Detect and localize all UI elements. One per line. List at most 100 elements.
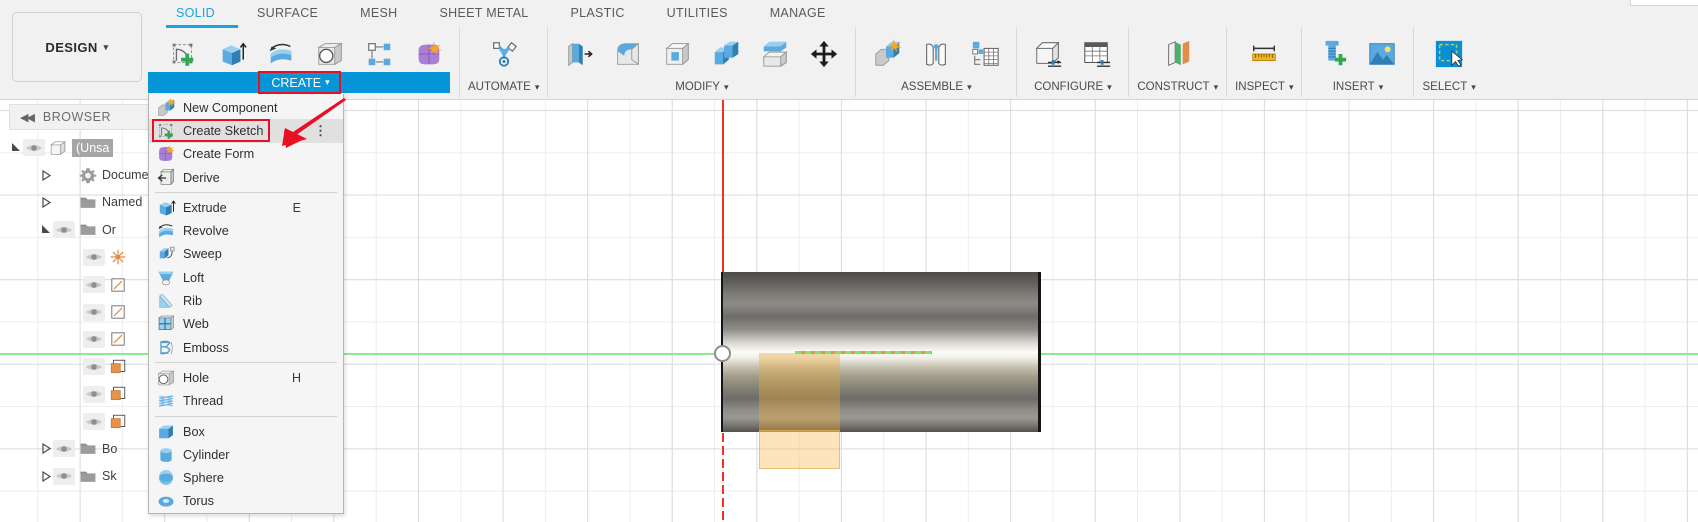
create-sketch-icon[interactable]: [160, 31, 206, 77]
visibility-eye-icon[interactable]: [83, 413, 105, 431]
menu-item-sphere[interactable]: Sphere: [149, 466, 343, 489]
measure-icon[interactable]: [1241, 31, 1287, 77]
move-copy-icon[interactable]: [801, 31, 847, 77]
visibility-eye-icon[interactable]: [83, 330, 105, 348]
offset-face-icon[interactable]: [752, 31, 798, 77]
visibility-eye-icon[interactable]: [53, 221, 75, 239]
derive-icon: [156, 168, 176, 187]
chevron-down-icon: ▾: [1378, 81, 1384, 92]
joint-icon[interactable]: [913, 31, 959, 77]
chevron-down-icon: ▾: [325, 77, 330, 87]
visibility-eye-icon[interactable]: [83, 248, 105, 266]
revolve-icon[interactable]: [258, 31, 304, 77]
menu-item-cylinder[interactable]: Cylinder: [149, 443, 343, 466]
menu-item-create-form[interactable]: Create Form: [149, 143, 343, 166]
axis-icon: [108, 413, 128, 431]
ribbon-tab-surface[interactable]: SURFACE: [236, 0, 339, 27]
automate-icon[interactable]: [481, 31, 527, 77]
ribbon-panel-select: SELECT ▾: [1414, 27, 1483, 97]
panel-label-inspect[interactable]: INSPECT ▾: [1235, 77, 1293, 97]
panel-label-configure[interactable]: CONFIGURE ▾: [1034, 77, 1112, 97]
insert-canvas-icon[interactable]: [1359, 31, 1405, 77]
menu-item-emboss[interactable]: Emboss: [149, 336, 343, 359]
menu-item-hole[interactable]: Hole H: [149, 366, 343, 389]
ribbon-tab-plastic[interactable]: PLASTIC: [549, 0, 645, 27]
menu-item-create-sketch[interactable]: Create Sketch ⋮: [149, 119, 343, 143]
visibility-eye-icon[interactable]: [83, 385, 105, 403]
visibility-eye-icon[interactable]: [83, 303, 105, 321]
collapse-icon[interactable]: ◀◀: [20, 111, 35, 124]
press-pull-icon[interactable]: [556, 31, 602, 77]
origin-marker[interactable]: [714, 345, 731, 362]
menu-item-box[interactable]: Box: [149, 420, 343, 443]
panel-label-modify[interactable]: MODIFY ▾: [675, 77, 728, 97]
visibility-eye-icon[interactable]: [83, 276, 105, 294]
workspace-switcher-button[interactable]: DESIGN ▾: [12, 12, 142, 82]
ribbon-tab-manage[interactable]: MANAGE: [749, 0, 847, 27]
configure-body-icon[interactable]: [1025, 31, 1071, 77]
sketch-face-highlight[interactable]: [759, 353, 840, 432]
menu-item-overflow-icon[interactable]: ⋮: [314, 124, 327, 137]
expand-triangle-right-icon[interactable]: [40, 470, 53, 483]
ribbon-tab-solid[interactable]: SOLID: [155, 0, 236, 27]
ribbon-panel-configure: CONFIGURE ▾: [1017, 27, 1130, 97]
ribbon-panel-automate: AUTOMATE ▾: [460, 27, 549, 97]
ribbon-tab-mesh[interactable]: MESH: [339, 0, 418, 27]
expand-triangle-right-icon[interactable]: [40, 196, 53, 209]
visibility-eye-icon[interactable]: [23, 139, 45, 157]
panel-label-select[interactable]: SELECT ▾: [1422, 77, 1475, 97]
fillet-icon[interactable]: [605, 31, 651, 77]
form-icon[interactable]: [405, 31, 451, 77]
menu-item-loft[interactable]: Loft: [149, 266, 343, 289]
create-sketch-icon: [156, 121, 176, 140]
menu-item-torus[interactable]: Torus: [149, 490, 343, 513]
sketch-plane-highlight[interactable]: [759, 430, 840, 469]
assemble-table-icon[interactable]: [962, 31, 1008, 77]
sphere-icon: [156, 469, 176, 488]
ribbon-tab-utilities[interactable]: UTILITIES: [646, 0, 749, 27]
panel-label-insert[interactable]: INSERT ▾: [1333, 77, 1384, 97]
menu-item-derive[interactable]: Derive: [149, 166, 343, 189]
visibility-eye-icon[interactable]: [83, 358, 105, 376]
select-window-icon[interactable]: [1426, 31, 1472, 77]
construct-plane-icon[interactable]: [1155, 31, 1201, 77]
shell-icon[interactable]: [654, 31, 700, 77]
browser-item-label: Or: [102, 222, 116, 237]
menu-item-revolve[interactable]: Revolve: [149, 219, 343, 242]
pattern-icon[interactable]: [356, 31, 402, 77]
ribbon-tab-sheet-metal[interactable]: SHEET METAL: [418, 0, 549, 27]
ribbon-panel-modify: MODIFY ▾: [548, 27, 857, 97]
combine-icon[interactable]: [703, 31, 749, 77]
axis-icon: [108, 358, 128, 376]
browser-item-label: Sk: [102, 469, 117, 484]
web-icon: [156, 315, 176, 334]
panel-icon-row: [1426, 27, 1472, 77]
panel-label-assemble[interactable]: ASSEMBLE ▾: [901, 77, 972, 97]
insert-mcmaster-icon[interactable]: [1310, 31, 1356, 77]
menu-item-sweep[interactable]: Sweep: [149, 243, 343, 266]
visibility-eye-icon[interactable]: [53, 440, 75, 458]
expand-triangle-right-icon[interactable]: [40, 169, 53, 182]
new-component-icon[interactable]: [864, 31, 910, 77]
menu-item-thread[interactable]: Thread: [149, 390, 343, 413]
extrude-icon[interactable]: [209, 31, 255, 77]
menu-item-shortcut: H: [291, 370, 301, 385]
expand-triangle-down-icon[interactable]: [40, 223, 53, 236]
panel-label-construct[interactable]: CONSTRUCT ▾: [1137, 77, 1218, 97]
panel-icon-row: [160, 27, 451, 77]
menu-item-rib[interactable]: Rib: [149, 289, 343, 312]
menu-item-new-component[interactable]: New Component: [149, 96, 343, 119]
expand-triangle-right-icon[interactable]: [40, 442, 53, 455]
hole-icon[interactable]: [307, 31, 353, 77]
create-panel-label[interactable]: CREATE ▾: [262, 73, 339, 92]
panel-label-text: INSPECT: [1235, 81, 1285, 93]
expand-triangle-down-icon[interactable]: [10, 141, 23, 154]
configure-table-icon[interactable]: [1074, 31, 1120, 77]
menu-item-web[interactable]: Web: [149, 313, 343, 336]
visibility-eye-icon[interactable]: [53, 467, 75, 485]
panel-label-automate[interactable]: AUTOMATE ▾: [468, 77, 539, 97]
menu-item-extrude[interactable]: Extrude E: [149, 196, 343, 219]
folder-icon: [78, 221, 98, 239]
